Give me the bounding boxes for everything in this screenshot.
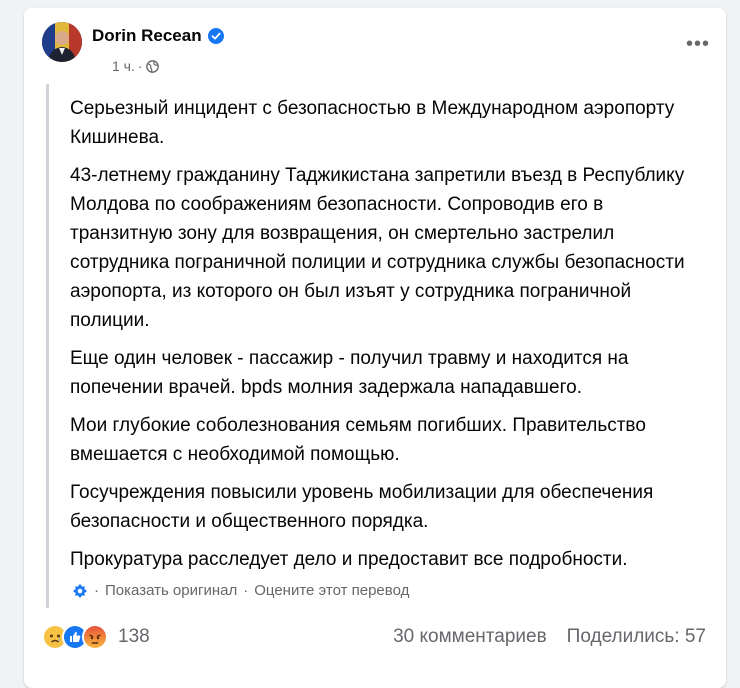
post-meta: 1 ч. · — [112, 58, 159, 74]
post-paragraph: Госучреждения повысили уровень мобилизац… — [70, 482, 654, 532]
post-paragraph: 43-летнему гражданину Таджикистана запре… — [70, 165, 685, 331]
translate-separator: · — [243, 582, 249, 599]
show-original-link[interactable]: Показать оригинал — [105, 582, 237, 599]
author-name[interactable]: Dorin Recean — [92, 26, 202, 46]
translate-separator: · — [94, 582, 99, 599]
rate-translation-link[interactable]: Оцените этот перевод — [254, 582, 409, 599]
angry-reaction-icon — [82, 624, 108, 650]
comments-count-link[interactable]: 30 комментариев — [393, 626, 547, 648]
post-footer: 138 30 комментариев Поделились: 57 — [42, 624, 706, 650]
post-text: Серьезный инцидент с безопасностью в Меж… — [70, 94, 706, 583]
avatar-image — [42, 22, 82, 62]
shares-count-link[interactable]: Поделились: 57 — [567, 626, 706, 648]
more-options-button[interactable]: ••• — [686, 34, 710, 54]
verified-badge-icon — [207, 28, 224, 44]
author-row: Dorin Recean — [92, 26, 224, 46]
translation-bar: · Показать оригинал · Оцените этот перев… — [72, 582, 409, 599]
avatar[interactable] — [42, 22, 82, 62]
reaction-count[interactable]: 138 — [118, 626, 150, 648]
post-paragraph: Прокуратура расследует дело и предостави… — [70, 549, 628, 570]
post-paragraph: Серьезный инцидент с безопасностью в Меж… — [70, 98, 675, 148]
post-paragraph: Мои глубокие соболезнования семьям погиб… — [70, 415, 646, 465]
translate-gear-icon[interactable] — [72, 583, 88, 599]
post-time[interactable]: 1 ч. — [112, 58, 135, 74]
globe-icon[interactable] — [145, 59, 159, 73]
reactions-summary[interactable]: 138 — [42, 624, 150, 650]
post-paragraph: Еще один человек - пассажир - получил тр… — [70, 348, 629, 398]
post-card: Dorin Recean 1 ч. · ••• Серьезный инциде… — [24, 8, 726, 688]
translation-quote-bar — [46, 84, 49, 608]
more-horizontal-icon: ••• — [685, 33, 710, 55]
meta-separator: · — [137, 58, 143, 74]
post-stats: 30 комментариев Поделились: 57 — [393, 626, 706, 648]
